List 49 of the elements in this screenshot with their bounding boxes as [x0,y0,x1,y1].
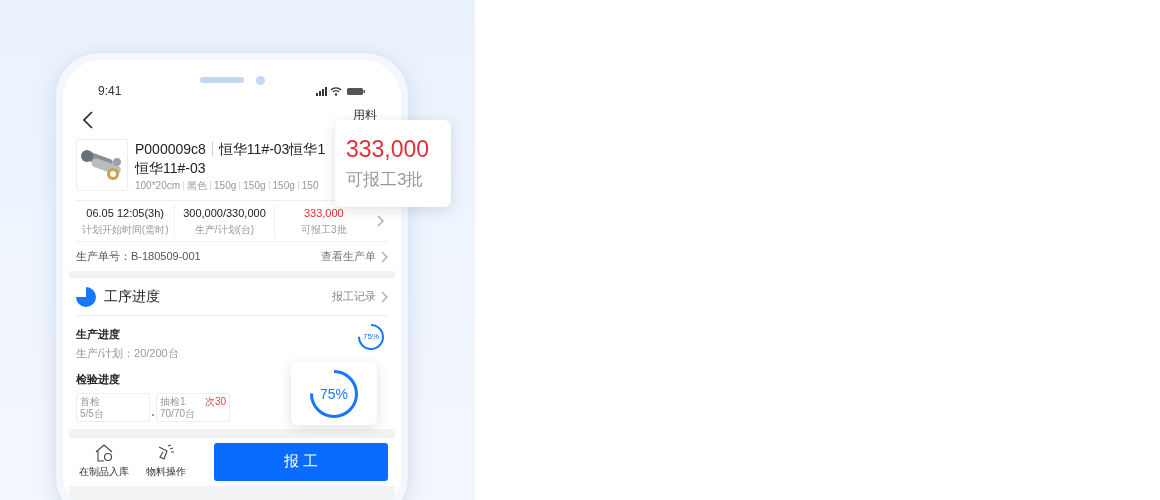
stat-label: 计划开始时间(需时) [81,222,169,237]
nav-action[interactable]: 用料 [353,106,377,124]
retry-count-text: 次30 [204,394,226,408]
status-icons [316,86,366,96]
chevron-right-icon [381,290,388,303]
progress-title: 检验进度 [76,372,121,387]
stat-value: 300,000/330,000 [183,206,266,222]
inspection-count: 70/70台 [160,407,196,420]
product-name: 恒华11#-03 [135,159,207,177]
progress-reading: 75% [363,333,379,341]
speaker-slot [199,77,244,83]
stat-value: 333,000 [303,206,344,222]
inspection-card[interactable]: 抽检1 70/70台 次30 [156,392,230,422]
bottom-action[interactable]: 在制品入库 [76,444,132,479]
spec-value: 150g [243,179,266,193]
spec-value: 150 [301,179,319,193]
view-order-link[interactable]: 查看生产单 [321,248,376,265]
spec-value: 黑色 [187,179,208,193]
progress-detail: 生产/计划：20/200台 [76,345,179,361]
product-code: P000009c8 [135,139,206,159]
callout-amount: 333,000 [346,135,431,164]
spec-value: 150g [214,179,237,193]
inspection-name: 首检 [80,394,101,408]
stat-label: 生产/计划(台) [194,222,255,237]
bottom-action[interactable]: 物料操作 [138,444,194,479]
chevron-right-icon [377,215,384,227]
progress-title: 生产进度 [76,327,121,342]
status-time: 9:41 [98,83,122,100]
product-name: 恒华11#-03恒华1 [218,139,326,159]
inspection-name: 抽检1 [160,394,187,408]
inspection-count: 5/5台 [80,407,104,420]
progress-ring [310,369,358,418]
chevron-right-icon [381,250,388,263]
house-icon [94,444,114,462]
order-number: 生产单号：B-180509-001 [76,249,201,265]
spec-value: 150g [272,179,295,193]
stat-value: 06.05 12:05(3h) [86,206,164,222]
tool-icon [156,444,176,462]
back-icon[interactable] [83,111,93,129]
section-title: 工序进度 [104,287,160,306]
report-button[interactable]: 报 工 [214,442,388,481]
callout-note: 可报工3批 [346,169,425,191]
spec-value: 100*20cm [135,179,181,193]
inspection-card[interactable]: 首检 5/5台 [76,392,150,422]
stat-label: 可报工3批 [301,222,347,237]
report-history-link[interactable]: 报工记录 [332,288,376,305]
pie-icon [76,286,96,307]
progress-ring [358,324,384,350]
progress-reading: 75% [320,386,348,401]
